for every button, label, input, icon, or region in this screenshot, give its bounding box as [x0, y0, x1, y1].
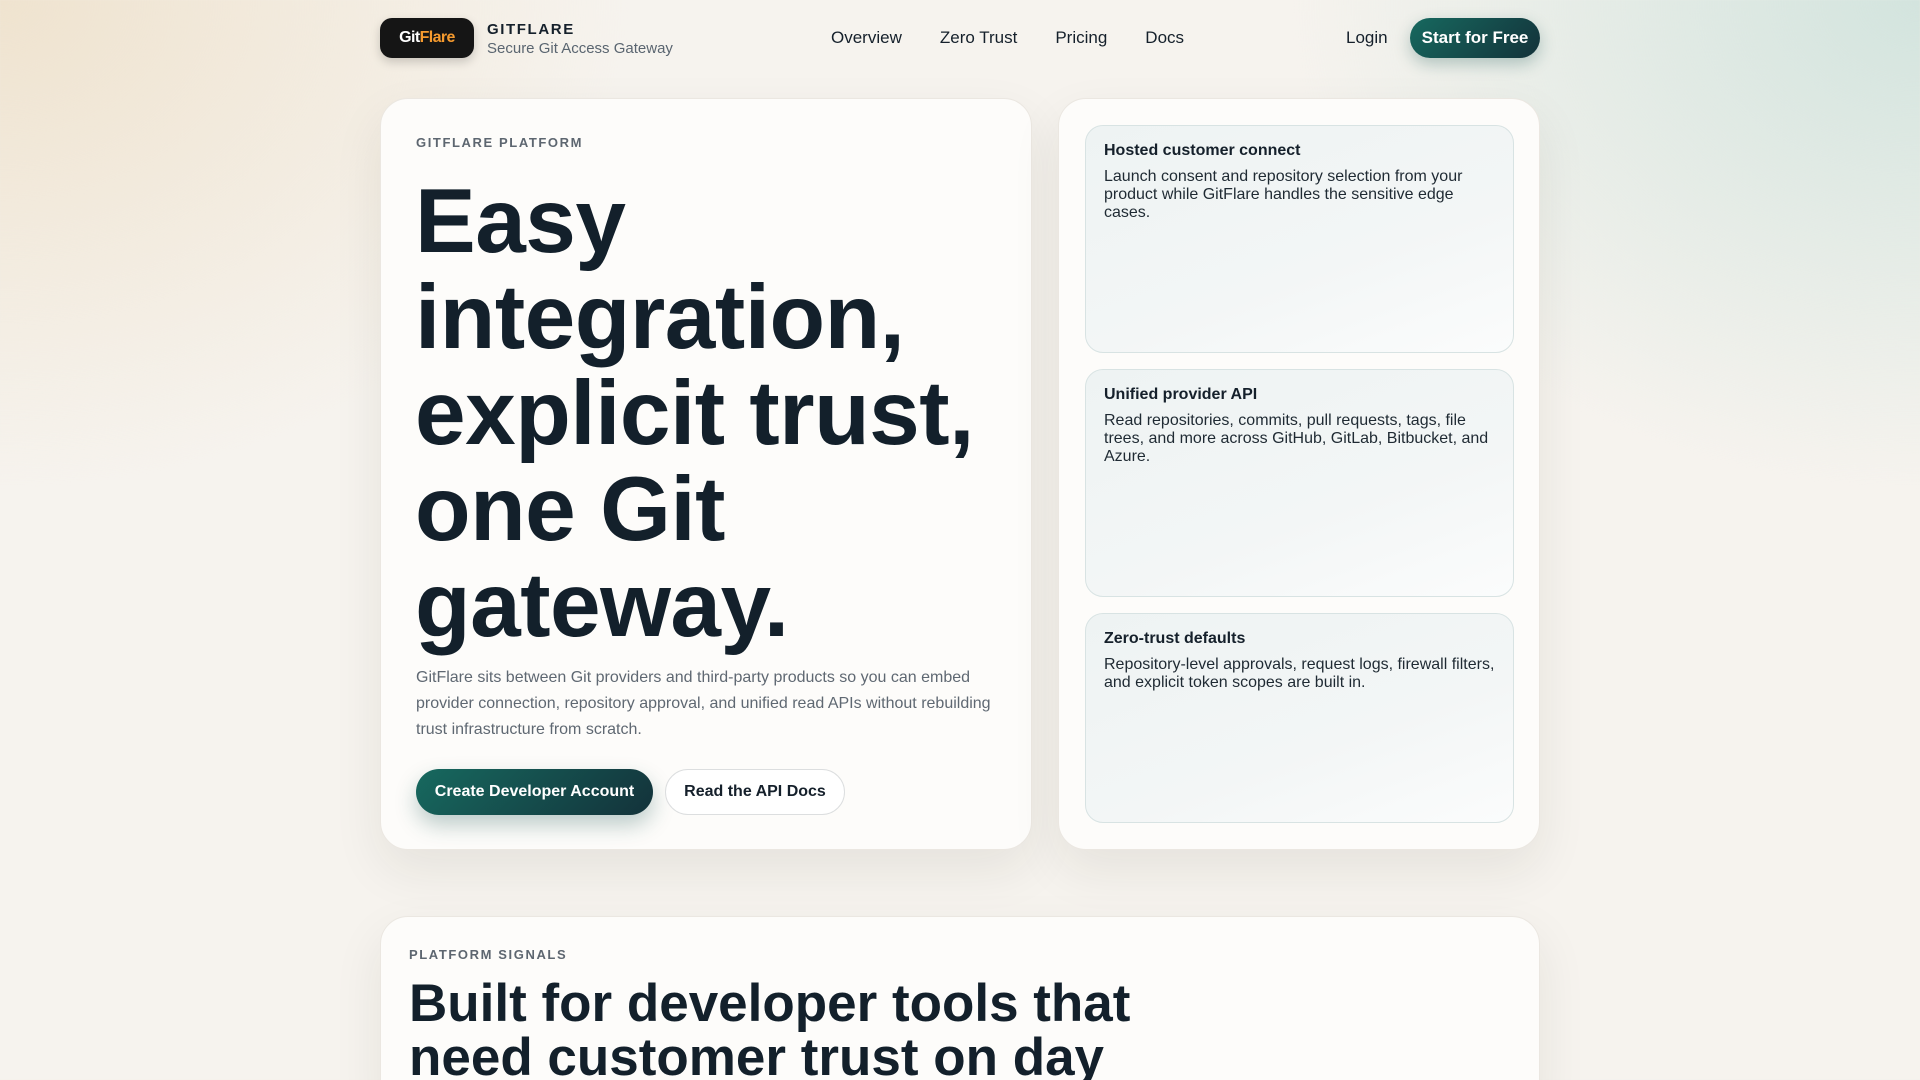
read-api-docs-button[interactable]: Read the API Docs — [665, 769, 845, 815]
feature-zero-trust-defaults: Zero-trust defaults Repository-level app… — [1085, 613, 1514, 823]
feature-title: Hosted customer connect — [1104, 142, 1301, 159]
logo-git-text: Git — [399, 29, 420, 46]
brand-subtitle: Secure Git Access Gateway — [487, 40, 673, 57]
features-card: Hosted customer connect Launch consent a… — [1058, 98, 1540, 850]
feature-hosted-customer-connect: Hosted customer connect Launch consent a… — [1085, 125, 1514, 353]
login-link[interactable]: Login — [1346, 28, 1388, 48]
top-nav: Git Flare GITFLARE Secure Git Access Gate… — [380, 18, 1540, 58]
signals-eyebrow: PLATFORM SIGNALS — [409, 947, 568, 962]
nav-link-overview[interactable]: Overview — [831, 28, 902, 48]
gitflare-logo[interactable]: Git Flare — [380, 18, 474, 58]
hero-description: GitFlare sits between Git providers and … — [416, 669, 991, 738]
nav-link-zero-trust[interactable]: Zero Trust — [940, 28, 1017, 48]
signals-title: Built for developer tools that need cust… — [409, 974, 1131, 1080]
feature-text: Read repositories, commits, pull request… — [1104, 412, 1489, 465]
hero-card: GITFLARE PLATFORM Easy integration, expl… — [380, 98, 1032, 850]
nav-links: Overview Zero Trust Pricing Docs — [831, 28, 1184, 48]
hero-title: Easy integration, explicit trust, one Gi… — [415, 171, 974, 656]
nav-link-docs[interactable]: Docs — [1145, 28, 1184, 48]
logo-flare-text: Flare — [419, 29, 456, 46]
brand-name: GITFLARE — [487, 21, 575, 38]
feature-text: Repository-level approvals, request logs… — [1104, 656, 1495, 691]
start-for-free-button[interactable]: Start for Free — [1410, 18, 1540, 58]
platform-signals-card: PLATFORM SIGNALS Built for developer too… — [380, 916, 1540, 1080]
hero-eyebrow: GITFLARE PLATFORM — [416, 135, 584, 150]
nav-link-pricing[interactable]: Pricing — [1055, 28, 1107, 48]
feature-unified-provider-api: Unified provider API Read repositories, … — [1085, 369, 1514, 597]
feature-text: Launch consent and repository selection … — [1104, 168, 1463, 221]
brand-block: GITFLARE Secure Git Access Gateway — [487, 21, 673, 57]
feature-title: Unified provider API — [1104, 386, 1258, 403]
feature-title: Zero-trust defaults — [1104, 630, 1246, 647]
create-developer-account-button[interactable]: Create Developer Account — [416, 769, 653, 815]
